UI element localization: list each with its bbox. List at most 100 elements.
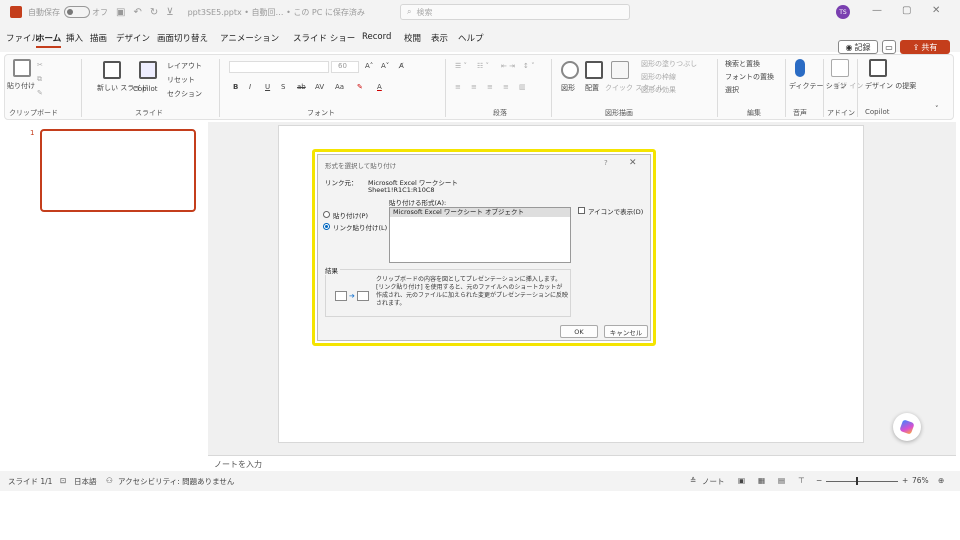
notes-button[interactable]: ノート xyxy=(702,476,725,487)
change-case-icon[interactable]: Aa xyxy=(335,83,344,91)
paste-icon[interactable] xyxy=(13,59,31,77)
tab-design[interactable]: デザイン xyxy=(116,32,150,44)
zoom-slider[interactable] xyxy=(826,481,898,482)
replace-font-button[interactable]: フォントの置換 xyxy=(725,72,774,82)
tab-review[interactable]: 校閲 xyxy=(404,32,421,44)
highlight-icon[interactable]: ✎ xyxy=(357,83,363,91)
font-size-field[interactable]: 60 xyxy=(331,61,359,73)
designer-icon[interactable] xyxy=(869,59,887,77)
shapes-icon[interactable] xyxy=(561,61,579,79)
shapes-label[interactable]: 図形 xyxy=(561,83,575,93)
font-name-field[interactable] xyxy=(229,61,329,73)
tab-record[interactable]: Record xyxy=(362,32,391,42)
tab-file[interactable]: ファイル xyxy=(6,32,40,44)
find-replace-button[interactable]: 検索と置換 xyxy=(725,59,760,69)
grow-font-icon[interactable]: A˄ xyxy=(365,62,373,70)
tab-draw[interactable]: 描画 xyxy=(90,32,107,44)
char-spacing-icon[interactable]: AV xyxy=(315,83,324,91)
spellcheck-icon[interactable]: ⊡ xyxy=(60,476,66,485)
avatar[interactable]: TS xyxy=(836,5,850,19)
bullets-icon[interactable]: ☰ ˅ xyxy=(455,62,467,70)
tab-insert[interactable]: 挿入 xyxy=(66,32,83,44)
tab-slideshow[interactable]: スライド ショー xyxy=(293,32,355,44)
help-button[interactable]: ? xyxy=(604,159,608,167)
zoom-slider-thumb[interactable] xyxy=(856,477,858,485)
arrange-label[interactable]: 配置 xyxy=(585,83,599,93)
slide-sorter-icon[interactable]: ▦ xyxy=(758,476,765,485)
arrange-icon[interactable] xyxy=(585,61,603,79)
copilot-button[interactable] xyxy=(893,413,921,441)
paste-link-radio[interactable] xyxy=(323,223,330,230)
tab-view[interactable]: 表示 xyxy=(431,32,448,44)
clear-format-icon[interactable]: A̸ xyxy=(399,62,404,70)
cut-icon[interactable]: ✂ xyxy=(37,61,43,69)
save-icon[interactable]: ▣ xyxy=(116,7,125,18)
microphone-icon[interactable] xyxy=(795,59,805,77)
notes-pane[interactable]: ノートを入力 xyxy=(208,455,956,471)
tab-help[interactable]: ヘルプ xyxy=(458,32,484,44)
justify-icon[interactable]: ≡ xyxy=(503,83,509,91)
reset-button[interactable]: リセット xyxy=(167,75,195,85)
customize-icon[interactable]: ⊻ xyxy=(166,7,173,18)
comments-button[interactable]: ▭ xyxy=(882,40,896,54)
indent-icon[interactable]: ⇤ ⇥ xyxy=(501,62,515,70)
zoom-out-icon[interactable]: − xyxy=(816,476,822,485)
copilot-slide-label[interactable]: Copilot xyxy=(133,85,158,93)
autosave-toggle[interactable] xyxy=(64,6,90,18)
shape-fill-button[interactable]: 図形の塗りつぶし xyxy=(641,59,697,69)
search-box[interactable]: ⌕ 検索 xyxy=(400,4,630,20)
align-center-icon[interactable]: ≡ xyxy=(471,83,477,91)
designer-label[interactable]: デザイン の提案 xyxy=(865,81,916,91)
shrink-font-icon[interactable]: A˅ xyxy=(381,62,389,70)
undo-icon[interactable]: ↶ xyxy=(133,7,141,18)
record-button[interactable]: ◉ 記録 xyxy=(838,40,878,54)
font-color-icon[interactable]: A xyxy=(377,83,382,91)
line-spacing-icon[interactable]: ↕ ˅ xyxy=(523,62,535,70)
addins-icon[interactable] xyxy=(831,59,849,77)
zoom-level[interactable]: 76% xyxy=(912,476,929,485)
slideshow-icon[interactable]: ⊤ xyxy=(798,476,805,485)
format-painter-icon[interactable]: ✎ xyxy=(37,89,43,97)
display-as-icon-checkbox[interactable] xyxy=(578,207,585,214)
copilot-slide-icon[interactable] xyxy=(139,61,157,79)
paste-link-radio-label[interactable]: リンク貼り付け(L) xyxy=(333,222,387,232)
tab-home[interactable]: ホーム xyxy=(36,32,62,48)
quick-style-icon[interactable] xyxy=(611,61,629,79)
layout-button[interactable]: レイアウト xyxy=(167,61,202,71)
shape-effect-button[interactable]: 図形の効果 xyxy=(641,85,676,95)
align-left-icon[interactable]: ≡ xyxy=(455,83,461,91)
bold-button[interactable]: B xyxy=(233,83,238,91)
display-as-icon-label[interactable]: アイコンで表示(D) xyxy=(588,206,643,216)
shape-outline-button[interactable]: 図形の枠線 xyxy=(641,72,676,82)
new-slide-icon[interactable] xyxy=(103,61,121,79)
underline-button[interactable]: U xyxy=(265,83,270,91)
slide-thumbnail[interactable] xyxy=(40,129,196,212)
columns-icon[interactable]: ▥ xyxy=(519,83,526,91)
section-button[interactable]: セクション xyxy=(167,89,202,99)
select-button[interactable]: 選択 xyxy=(725,85,739,95)
collapse-ribbon-icon[interactable]: ˅ xyxy=(935,105,939,113)
numbering-icon[interactable]: ☷ ˅ xyxy=(477,62,489,70)
normal-view-icon[interactable]: ▣ xyxy=(738,476,745,485)
format-list[interactable]: Microsoft Excel ワークシート オブジェクト xyxy=(389,207,571,263)
fit-to-window-icon[interactable]: ⊕ xyxy=(938,476,944,485)
paste-radio[interactable] xyxy=(323,211,330,218)
addins-label[interactable]: デザ イン xyxy=(833,81,863,91)
tab-transitions[interactable]: 画面切り替え xyxy=(157,32,208,44)
accessibility-status[interactable]: アクセシビリティ: 問題ありません xyxy=(118,476,234,487)
restore-button[interactable]: ▢ xyxy=(902,5,911,16)
redo-icon[interactable]: ↻ xyxy=(150,7,158,18)
italic-button[interactable]: I xyxy=(249,83,251,91)
zoom-in-icon[interactable]: + xyxy=(902,476,908,485)
paste-radio-label[interactable]: 貼り付け(P) xyxy=(333,210,368,220)
copy-icon[interactable]: ⧉ xyxy=(37,75,42,84)
language[interactable]: 日本語 xyxy=(74,476,97,487)
shadow-button[interactable]: S xyxy=(281,83,285,91)
strikethrough-icon[interactable]: ab xyxy=(297,83,306,91)
dialog-close-button[interactable]: ✕ xyxy=(629,158,637,168)
share-button[interactable]: ⇪ 共有 xyxy=(900,40,950,54)
paste-label[interactable]: 貼り付け xyxy=(7,81,35,91)
cancel-button[interactable]: キャンセル xyxy=(604,325,648,338)
ok-button[interactable]: OK xyxy=(560,325,598,338)
reading-view-icon[interactable]: ▤ xyxy=(778,476,785,485)
